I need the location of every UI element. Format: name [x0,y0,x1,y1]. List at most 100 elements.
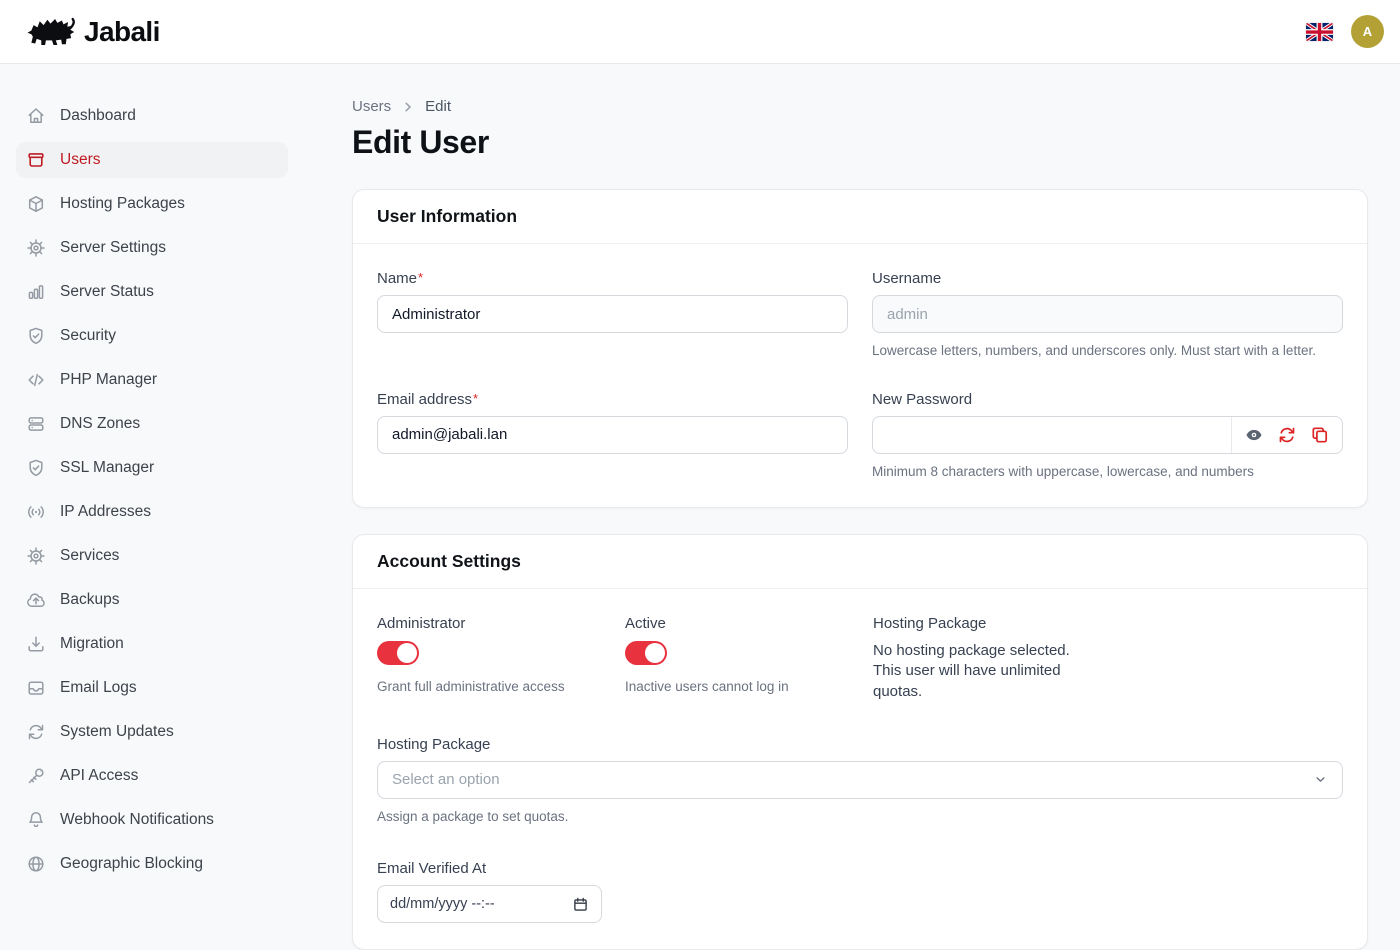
name-input[interactable] [377,295,848,333]
gear-icon [26,546,46,566]
administrator-toggle[interactable] [377,641,419,665]
shield-check-icon [26,326,46,346]
top-header: Jabali A [0,0,1400,64]
sidebar-item-security[interactable]: Security [16,318,288,354]
user-avatar[interactable]: A [1351,15,1384,48]
sidebar-item-label: Server Settings [60,239,166,257]
email-input[interactable] [377,416,848,454]
email-verified-at-group: Email Verified At dd/mm/yyyy --:-- [377,860,1343,923]
sidebar-item-label: API Access [60,767,138,785]
required-asterisk: * [473,391,478,406]
sidebar-item-label: Users [60,151,100,169]
main-content: Users Edit Edit User User Information Na… [304,64,1400,950]
email-label: Email address* [377,391,848,408]
sidebar-item-label: Backups [60,591,119,609]
name-field-group: Name* [377,270,848,333]
sidebar-item-label: Email Logs [60,679,137,697]
username-field-group: Username Lowercase letters, numbers, and… [872,270,1343,361]
page-title: Edit User [352,124,1368,161]
hosting-package-select[interactable]: Select an option [377,761,1343,799]
user-information-card: User Information Name* Username Lowercas… [352,189,1368,508]
sidebar-item-migration[interactable]: Migration [16,626,288,662]
eye-icon [1244,425,1264,445]
refresh-icon [1277,425,1297,445]
sidebar-item-label: Webhook Notifications [60,811,214,829]
sidebar-item-webhook-notifications[interactable]: Webhook Notifications [16,802,288,838]
sidebar-item-label: SSL Manager [60,459,154,477]
sidebar-item-services[interactable]: Services [16,538,288,574]
brand-name: Jabali [84,16,160,48]
calendar-icon [572,896,589,913]
required-asterisk: * [418,270,423,285]
shield-check-icon [26,458,46,478]
username-help: Lowercase letters, numbers, and undersco… [872,341,1343,361]
select-placeholder: Select an option [392,771,500,788]
brand-logo[interactable]: Jabali [26,12,160,52]
download-icon [26,634,46,654]
sidebar-item-label: Migration [60,635,124,653]
new-password-label: New Password [872,391,1343,408]
chevron-right-icon [401,100,415,114]
avatar-initial: A [1363,24,1372,39]
administrator-label: Administrator [377,615,625,632]
sidebar-item-ip-addresses[interactable]: IP Addresses [16,494,288,530]
sidebar-item-users[interactable]: Users [16,142,288,178]
hosting-package-select-group: Hosting Package Select an option Assign … [377,736,1343,827]
sidebar-item-dns-zones[interactable]: DNS Zones [16,406,288,442]
sidebar-item-backups[interactable]: Backups [16,582,288,618]
breadcrumb-current: Edit [425,98,451,115]
active-help: Inactive users cannot log in [625,677,873,697]
sidebar-item-label: Security [60,327,116,345]
server-stack-icon [26,414,46,434]
sidebar-item-ssl-manager[interactable]: SSL Manager [16,450,288,486]
sidebar: Dashboard Users Hosting Packages Server … [0,64,304,900]
sidebar-item-dashboard[interactable]: Dashboard [16,98,288,134]
show-password-button[interactable] [1244,425,1264,445]
hosting-package-summary-label: Hosting Package [873,615,1343,632]
globe-icon [26,854,46,874]
sidebar-item-server-settings[interactable]: Server Settings [16,230,288,266]
bell-icon [26,810,46,830]
sidebar-item-email-logs[interactable]: Email Logs [16,670,288,706]
username-input[interactable] [872,295,1343,333]
sidebar-item-php-manager[interactable]: PHP Manager [16,362,288,398]
sidebar-item-label: Services [60,547,119,565]
boar-logo-icon [26,12,78,52]
active-label: Active [625,615,873,632]
copy-password-button[interactable] [1310,425,1330,445]
package-icon [26,194,46,214]
home-icon [26,106,46,126]
sidebar-item-label: Server Status [60,283,154,301]
sidebar-item-api-access[interactable]: API Access [16,758,288,794]
sidebar-item-label: Hosting Packages [60,195,185,213]
sidebar-item-label: Geographic Blocking [60,855,203,873]
active-toggle-group: Active Inactive users cannot log in [625,615,873,697]
inbox-icon [26,678,46,698]
name-label: Name* [377,270,848,287]
administrator-help: Grant full administrative access [377,677,625,697]
sidebar-item-system-updates[interactable]: System Updates [16,714,288,750]
administrator-toggle-group: Administrator Grant full administrative … [377,615,625,697]
card-title: User Information [353,190,1367,244]
archive-box-icon [26,150,46,170]
email-verified-at-input[interactable]: dd/mm/yyyy --:-- [377,885,602,923]
sidebar-item-geographic-blocking[interactable]: Geographic Blocking [16,846,288,882]
gear-icon [26,238,46,258]
active-toggle[interactable] [625,641,667,665]
uk-flag-icon[interactable] [1306,23,1333,41]
account-settings-card: Account Settings Administrator Grant ful… [352,534,1368,950]
new-password-field-group: New Password [872,391,1343,482]
password-input-group [872,416,1343,454]
sidebar-item-server-status[interactable]: Server Status [16,274,288,310]
breadcrumb-users-link[interactable]: Users [352,98,391,115]
email-field-group: Email address* [377,391,848,454]
sidebar-item-label: PHP Manager [60,371,157,389]
copy-icon [1310,425,1330,445]
email-verified-at-label: Email Verified At [377,860,1343,877]
code-icon [26,370,46,390]
sidebar-item-hosting-packages[interactable]: Hosting Packages [16,186,288,222]
arrows-rotate-icon [26,722,46,742]
hosting-package-select-label: Hosting Package [377,736,1343,753]
generate-password-button[interactable] [1277,425,1297,445]
new-password-input[interactable] [873,417,1232,453]
